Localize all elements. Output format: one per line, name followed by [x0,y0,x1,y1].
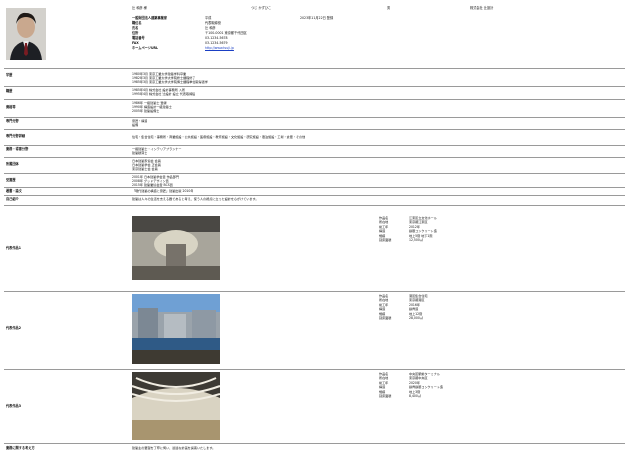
work-body: 作品名 港区集合住宅 所在地 東京都港区 竣工年 2016年 構造 鉄骨造 規模 地上12… [132,294,612,366]
section-label: 学歴 [6,73,13,77]
work-details: 作品名 江東区立文化ホール 所在地 東京都江東区 竣工年 2012年 構造 鉄筋コンクリ… [379,216,437,242]
homepage-link[interactable]: http://www.tsuji.jp [205,46,234,50]
section-line: 建築は人々の生活を支える器であると考え、使う人の視点に立った設計を心がけています… [132,197,259,201]
work-row-3: 代表作品3 作品名 中央区駅前ターミナル 所在地 東京都中央区 竣工年 2020年 構… [0,370,629,442]
section-line: 東京建築士会 会員 [132,167,158,171]
address-label: 住所 [132,31,139,35]
section-row: 所属団体 日本建築家協会 会員 日本建築学会 正会員 東京建築士会 会員 [0,158,629,172]
section-label: 著書・論文 [6,189,22,193]
name-kanji: 辻 和彦 様 [132,6,147,10]
position-value: 代表取締役 [205,21,221,25]
section-line: 住宅・集合住宅・事務所・商業施設・公共施設・医療施設・教育施設・文化施設・研究施… [132,135,306,139]
work-field: 延床面積 8,400㎡ [379,394,421,399]
date-value: 2023年11月22日 登録 [300,16,334,20]
footer-label: 業務に関する考え方 [6,446,35,450]
office-name: 株式会社 辻設計 [470,6,494,10]
section-label: 資格等 [6,105,16,109]
section-label: 業務・得意分野 [6,147,29,151]
fax-label: FAX [132,41,139,45]
work-body: 作品名 江東区立文化ホール 所在地 東京都江東区 竣工年 2012年 構造 鉄筋コンクリ… [132,216,612,284]
section-row: 業務・得意分野 一級建築士・インテリアプランナー 建築積算士 [0,146,629,156]
section-line: 1995年4月 株式会社 辻設計 設立 代表取締役 [132,92,196,96]
name-kana: つじ かずひこ [251,6,272,10]
section-label: 自己紹介 [6,197,19,201]
name-value: 辻 和彦 [205,26,216,30]
work-details: 作品名 港区集合住宅 所在地 東京都港区 竣工年 2016年 構造 鉄骨造 規模 地上12… [379,294,428,320]
section-row: 専門分野詳細 住宅・集合住宅・事務所・商業施設・公共施設・医療施設・教育施設・文… [0,130,629,144]
section-label: 専門分野詳細 [6,134,26,138]
profile-header: 辻 和彦 様 つじ かずひこ 男 株式会社 辻設計 一般財団法人建築事業家 平成… [0,0,629,66]
work-row-2: 代表作品2 作品名 港区集合住宅 所在地 東京都港区 竣工年 2016年 構造 鉄骨造 … [0,292,629,368]
section-line: 「現代建築の構造と意匠」建築出版 2010年 [132,189,194,193]
work-label: 代表作品1 [6,246,21,250]
section-line: 1985年3月 東京工業大学大学院博士課程単位取得退学 [132,80,208,84]
section-row: 受賞歴 2001年 日本建築学会賞 作品部門 2008年 グッドデザイン賞 20… [0,174,629,187]
work-field: 延床面積 12,500㎡ [379,238,423,243]
section-line: 設備 [132,123,139,127]
work-label: 代表作品2 [6,326,21,330]
gender: 男 [387,6,391,10]
work-photo-3 [131,372,221,440]
fax-value: 03-1234-5679 [205,41,228,45]
profile-photo [6,8,46,60]
section-label: 専門分野 [6,119,19,123]
work-field: 延床面積 28,000㎡ [379,316,423,321]
section-row: 専門分野 意匠・構造 設備 [0,118,629,128]
section-row: 自己紹介 建築は人々の生活を支える器であると考え、使う人の視点に立った設計を心が… [0,196,629,204]
tel-label: 電話番号 [132,36,145,40]
work-body: 作品名 中央区駅前ターミナル 所在地 東京都中央区 竣工年 2020年 構造 鉄骨鉄筋コ… [131,372,612,440]
address-value: 〒100-0001 東京都千代田区 [205,31,247,35]
section-label: 所属団体 [6,162,19,166]
section-row: 資格等 1986年 一級建築士 登録 1990年 構造設計一級建築士 2005年… [0,100,629,116]
divider [4,68,625,69]
work-photo-2 [132,294,220,364]
date-label: 平成 [205,16,212,20]
footer-row: 業務に関する考え方 建築主の要望を丁寧に伺い、最適な計画を提案いたします。 [0,444,629,452]
section-row: 職歴 1985年4月 株式会社 設計事務所 入所 1995年4月 株式会社 辻設… [0,87,629,99]
work-details: 作品名 中央区駅前ターミナル 所在地 東京都中央区 竣工年 2020年 構造 鉄骨鉄筋コ… [379,372,443,398]
section-row: 著書・論文 「現代建築の構造と意匠」建築出版 2010年 [0,188,629,194]
name-label: 氏名 [132,26,139,30]
section-line: 2005年 建築設備士 [132,109,160,113]
url-label: ホームページURL [132,46,159,50]
section-label: 職歴 [6,89,13,93]
work-row-1: 代表作品1 作品名 江東区立文化ホール 所在地 東京都江東区 竣工年 2012年 構造… [0,206,629,290]
section-label: 受賞歴 [6,178,16,182]
company-name: 一般財団法人建築事業家 [132,16,168,20]
section-line: 建築積算士 [132,151,148,155]
tel-value: 03-1234-5678 [205,36,228,40]
footer-text: 建築主の要望を丁寧に伺い、最適な計画を提案いたします。 [132,446,216,450]
section-row: 学歴 1980年3月 東京工業大学建築学科卒業 1982年3月 東京工業大学大学… [0,71,629,85]
work-label: 代表作品3 [6,404,21,408]
position-label: 職位名 [132,21,142,25]
work-photo-1 [132,216,220,280]
